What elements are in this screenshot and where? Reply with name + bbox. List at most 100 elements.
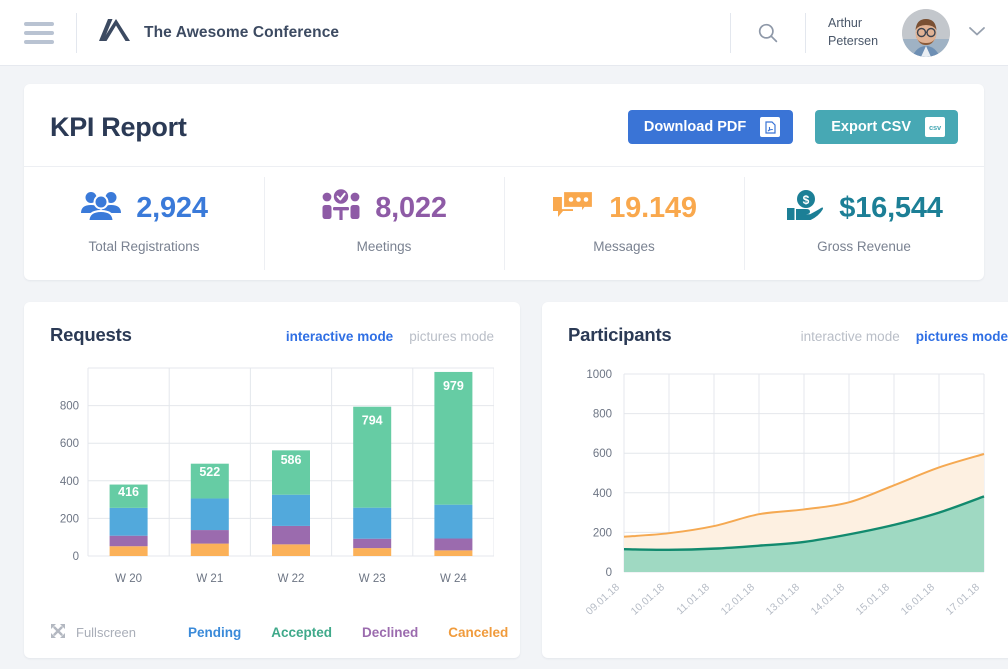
pdf-file-icon (760, 117, 781, 137)
stat-label: Meetings (356, 239, 412, 254)
svg-text:800: 800 (60, 401, 79, 413)
download-pdf-button[interactable]: Download PDF (627, 110, 794, 144)
requests-plot: 0 200 400 600 800 416 W 20 522 W 21 586 W 22 794 W 2… (50, 364, 495, 594)
chat-bubbles-icon (551, 189, 595, 228)
svg-text:522: 522 (199, 465, 220, 479)
svg-text:400: 400 (60, 476, 79, 488)
stat-top: 2,924 (24, 189, 264, 228)
legend-item-canceled[interactable]: Canceled (448, 625, 508, 640)
svg-text:W 20: W 20 (115, 573, 142, 585)
charts-row: Requests interactive mode pictures mode … (24, 302, 1008, 658)
svg-text:$: $ (803, 193, 810, 207)
top-header-bar: The Awesome Conference Arthur Petersen (0, 0, 1008, 66)
svg-text:12.01.18: 12.01.18 (719, 581, 758, 617)
svg-text:14.01.18: 14.01.18 (809, 581, 848, 617)
svg-text:16.01.18: 16.01.18 (899, 581, 938, 617)
header-divider (730, 12, 731, 53)
svg-text:11.01.18: 11.01.18 (674, 581, 712, 617)
brand-name: The Awesome Conference (144, 23, 340, 41)
stat-label: Gross Revenue (817, 239, 911, 254)
svg-text:13.01.18: 13.01.18 (764, 581, 803, 617)
stat-top: $ $16,544 (744, 189, 984, 228)
tab-interactive-mode[interactable]: interactive mode (801, 329, 900, 344)
user-first-name: Arthur (828, 15, 863, 30)
user-name: Arthur Petersen (828, 15, 890, 51)
user-last-name: Petersen (828, 33, 879, 48)
participants-chart-header: Participants interactive mode pictures m… (568, 324, 1008, 346)
fullscreen-icon (50, 623, 66, 642)
svg-text:400: 400 (593, 488, 612, 500)
hamburger-icon[interactable] (24, 21, 54, 44)
hamburger-bar (24, 21, 54, 26)
svg-text:W 24: W 24 (440, 573, 467, 585)
stat-label: Total Registrations (88, 239, 200, 254)
svg-text:W 22: W 22 (278, 573, 305, 585)
report-actions: Download PDF Export CSV csv (627, 110, 958, 144)
kpi-report-card: KPI Report Download PDF Export CSV csv 2… (24, 84, 984, 280)
participants-plot: 0 200 400 600 800 1000 09.01.18 10.01.18 11.01.1… (568, 364, 1008, 644)
page-body: KPI Report Download PDF Export CSV csv 2… (0, 66, 1008, 658)
svg-text:10.01.18: 10.01.18 (629, 581, 668, 617)
header-divider (76, 12, 77, 53)
export-csv-label: Export CSV (831, 119, 911, 135)
participants-mode-toggle: interactive mode pictures mode (801, 329, 1008, 344)
svg-text:0: 0 (606, 567, 612, 579)
participants-chart-card: Participants interactive mode pictures m… (542, 302, 1008, 658)
svg-text:979: 979 (443, 379, 464, 393)
requests-chart-title: Requests (50, 324, 132, 345)
svg-text:W 21: W 21 (196, 573, 223, 585)
header-divider (805, 12, 806, 53)
stat-gross-revenue: $ $16,544 Gross Revenue (744, 167, 984, 280)
svg-text:600: 600 (60, 438, 79, 450)
page-title: KPI Report (50, 111, 187, 142)
svg-text:794: 794 (362, 414, 383, 428)
requests-legend: Pending Accepted Declined Canceled (188, 625, 508, 640)
user-menu[interactable]: Arthur Petersen (828, 8, 950, 57)
svg-text:200: 200 (60, 513, 79, 525)
brand[interactable]: The Awesome Conference (99, 16, 339, 49)
csv-file-icon: csv (925, 117, 945, 137)
money-hand-icon: $ (785, 189, 825, 228)
hamburger-bar (24, 30, 54, 35)
svg-text:586: 586 (281, 453, 302, 467)
avatar[interactable] (902, 8, 950, 57)
requests-chart-header: Requests interactive mode pictures mode (50, 324, 494, 346)
svg-text:09.01.18: 09.01.18 (584, 581, 623, 617)
chevron-down-icon[interactable] (968, 24, 986, 42)
requests-mode-toggle: interactive mode pictures mode (286, 329, 494, 344)
fullscreen-label: Fullscreen (76, 625, 136, 640)
svg-text:800: 800 (593, 409, 612, 421)
export-csv-button[interactable]: Export CSV csv (815, 110, 958, 144)
svg-text:416: 416 (118, 485, 139, 499)
stat-value: $16,544 (839, 192, 943, 224)
svg-text:0: 0 (73, 551, 79, 563)
people-group-icon (80, 189, 122, 228)
stat-value: 8,022 (375, 192, 447, 224)
svg-text:W 23: W 23 (359, 573, 386, 585)
stat-messages: 19.149 Messages (504, 167, 744, 280)
legend-item-declined[interactable]: Declined (362, 625, 418, 640)
hamburger-bar (24, 39, 54, 44)
requests-bar-chart[interactable]: 0 200 400 600 800 416 W 20 522 W 21 586 W 22 794 W 2… (50, 364, 495, 594)
meeting-people-icon (321, 189, 361, 228)
participants-area-chart[interactable]: 0 200 400 600 800 1000 09.01.18 10.01.18 11.01.1… (568, 364, 1008, 644)
tab-pictures-mode[interactable]: pictures mode (409, 329, 494, 344)
legend-item-pending[interactable]: Pending (188, 625, 241, 640)
fullscreen-button[interactable]: Fullscreen (50, 623, 136, 642)
svg-text:200: 200 (593, 527, 612, 539)
requests-chart-card: Requests interactive mode pictures mode … (24, 302, 520, 658)
tab-interactive-mode[interactable]: interactive mode (286, 329, 393, 344)
stat-total-registrations: 2,924 Total Registrations (24, 167, 264, 280)
svg-text:1000: 1000 (586, 369, 612, 381)
svg-text:15.01.18: 15.01.18 (854, 581, 893, 617)
search-icon[interactable] (753, 18, 783, 48)
participants-chart-title: Participants (568, 324, 672, 345)
stat-value: 19.149 (609, 192, 697, 224)
report-header: KPI Report Download PDF Export CSV csv (24, 84, 984, 166)
legend-item-accepted[interactable]: Accepted (271, 625, 332, 640)
download-pdf-label: Download PDF (643, 119, 747, 135)
tab-pictures-mode[interactable]: pictures mode (916, 329, 1008, 344)
stat-meetings: 8,022 Meetings (264, 167, 504, 280)
stat-label: Messages (593, 239, 655, 254)
svg-text:600: 600 (593, 448, 612, 460)
